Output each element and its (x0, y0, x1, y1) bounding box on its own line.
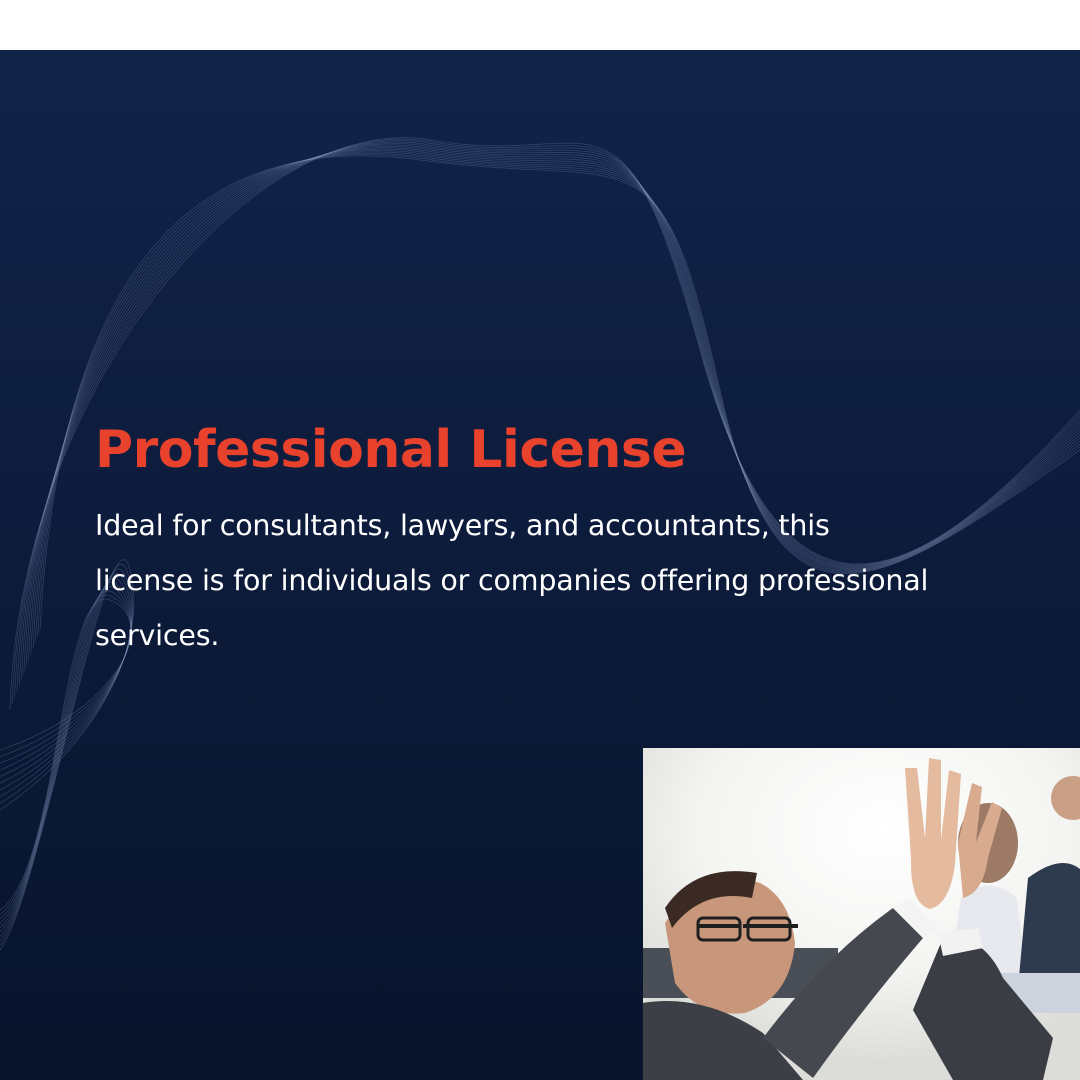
description-text: Ideal for consultants, lawyers, and acco… (95, 509, 929, 652)
page-title: Professional License (95, 420, 687, 480)
team-high-five-photo (643, 748, 1080, 1080)
top-white-strip (0, 0, 1080, 50)
